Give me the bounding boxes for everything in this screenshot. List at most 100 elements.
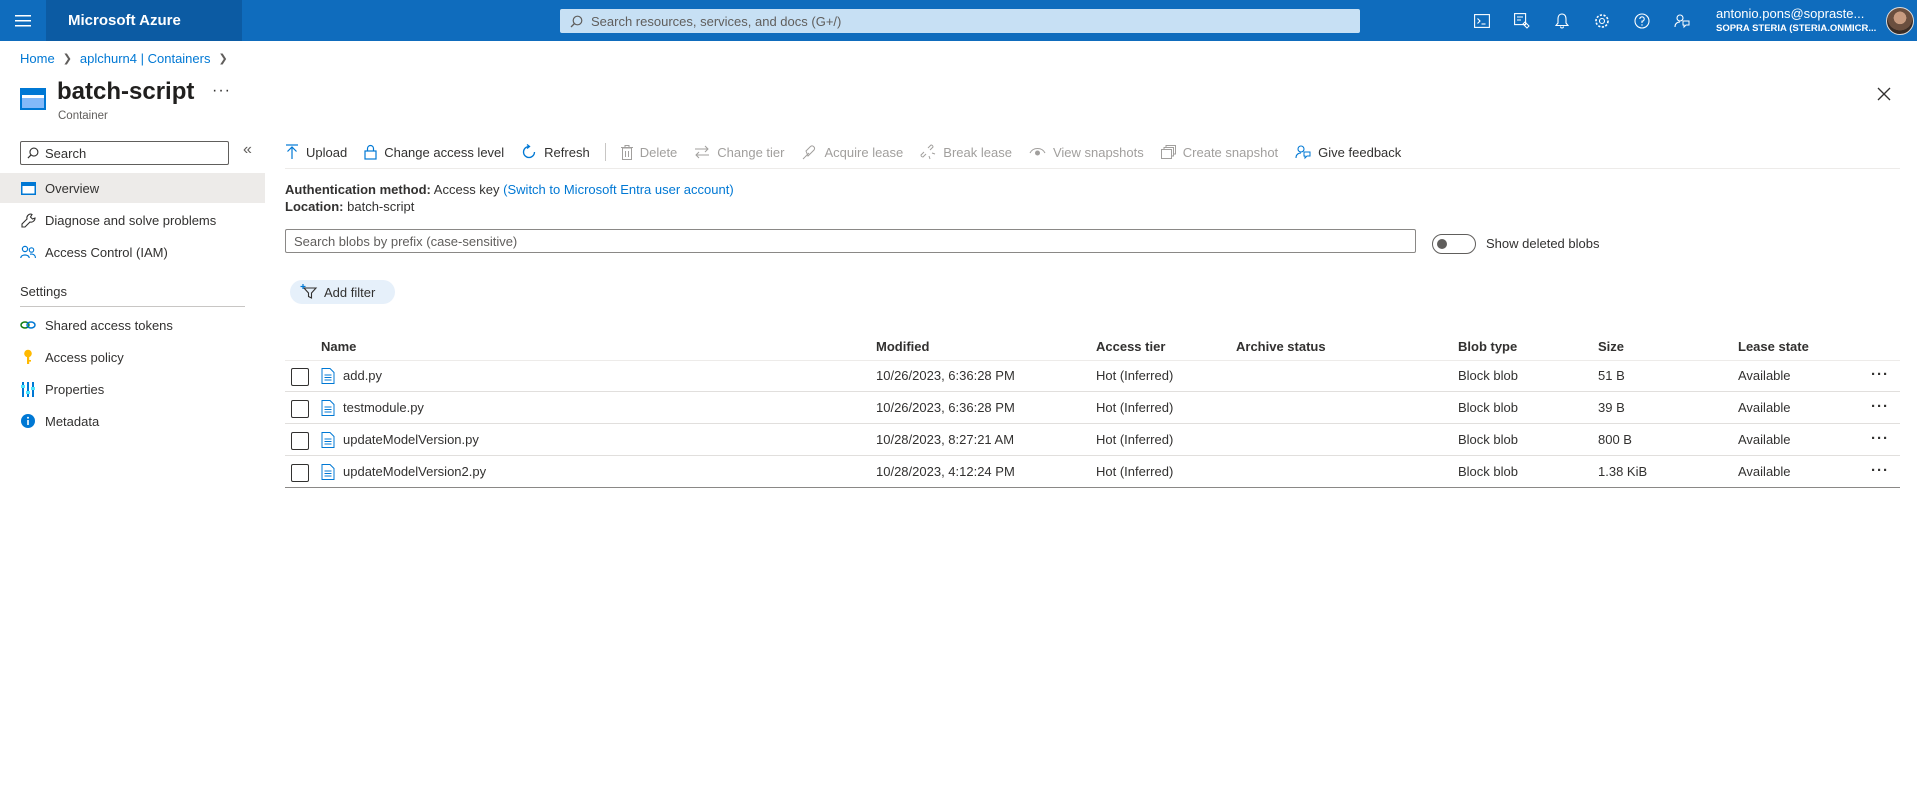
- account-tenant: SOPRA STERIA (STERIA.ONMICR...: [1716, 23, 1877, 34]
- page-title: batch-script: [57, 78, 195, 105]
- authentication-method: Authentication method: Access key (Switc…: [285, 182, 734, 197]
- brand-logo[interactable]: Microsoft Azure: [46, 0, 242, 41]
- break-lease-button[interactable]: Break lease: [920, 144, 1012, 160]
- blob-name-link[interactable]: testmodule.py: [343, 400, 424, 415]
- cell-blob-type: Block blob: [1458, 464, 1518, 479]
- refresh-icon: [521, 144, 537, 160]
- feedback-button[interactable]: [1662, 0, 1702, 41]
- blob-name-link[interactable]: add.py: [343, 368, 382, 383]
- nav-divider: [20, 306, 245, 307]
- sidebar-item-access-policy[interactable]: Access policy: [0, 342, 265, 372]
- blob-prefix-search-input[interactable]: Search blobs by prefix (case-sensitive): [285, 229, 1416, 253]
- sidebar-item-diagnose[interactable]: Diagnose and solve problems: [0, 205, 265, 235]
- table-row[interactable]: updateModelVersion.py 10/28/2023, 8:27:2…: [285, 424, 1900, 456]
- column-header-access-tier[interactable]: Access tier: [1096, 333, 1165, 360]
- row-checkbox[interactable]: [291, 432, 309, 450]
- blob-search-placeholder: Search blobs by prefix (case-sensitive): [294, 233, 518, 249]
- cloud-shell-icon: [1474, 13, 1490, 28]
- sidebar-item-overview[interactable]: Overview: [0, 173, 265, 203]
- row-more-button[interactable]: ···: [1871, 366, 1889, 383]
- acquire-lease-button[interactable]: Acquire lease: [802, 144, 903, 160]
- show-deleted-blobs-label: Show deleted blobs: [1486, 236, 1600, 251]
- column-header-blob-type[interactable]: Blob type: [1458, 333, 1517, 360]
- sidebar-item-label: Overview: [45, 180, 100, 196]
- breadcrumb-home[interactable]: Home: [20, 51, 55, 66]
- column-header-modified[interactable]: Modified: [876, 333, 929, 360]
- wrench-icon: [20, 212, 36, 228]
- cell-blob-type: Block blob: [1458, 368, 1518, 383]
- table-row[interactable]: updateModelVersion2.py 10/28/2023, 4:12:…: [285, 456, 1900, 488]
- sidebar-item-label: Properties: [45, 381, 105, 397]
- upload-button[interactable]: Upload: [285, 144, 347, 160]
- feedback-icon: [1674, 13, 1690, 28]
- directory-subscription-button[interactable]: [1502, 0, 1542, 41]
- cell-blob-type: Block blob: [1458, 400, 1518, 415]
- row-more-button[interactable]: ···: [1871, 398, 1889, 415]
- column-header-size[interactable]: Size: [1598, 333, 1624, 360]
- row-checkbox[interactable]: [291, 464, 309, 482]
- cell-blob-type: Block blob: [1458, 432, 1518, 447]
- lock-icon: [364, 144, 377, 160]
- avatar[interactable]: [1886, 7, 1914, 35]
- cell-modified: 10/28/2023, 8:27:21 AM: [876, 432, 1015, 447]
- create-snapshot-button[interactable]: Create snapshot: [1160, 144, 1279, 160]
- global-search-input[interactable]: Search resources, services, and docs (G+…: [560, 9, 1360, 33]
- table-row[interactable]: add.py 10/26/2023, 6:36:28 PM Hot (Infer…: [285, 360, 1900, 392]
- search-icon: [570, 15, 583, 27]
- column-header-archive-status[interactable]: Archive status: [1236, 333, 1326, 360]
- create-snapshot-label: Create snapshot: [1182, 144, 1279, 160]
- breadcrumb-containers[interactable]: aplchurn4 | Containers: [80, 51, 211, 66]
- cell-modified: 10/26/2023, 6:36:28 PM: [876, 368, 1015, 383]
- sidebar-item-properties[interactable]: Properties: [0, 374, 265, 404]
- snapshot-icon: [1160, 145, 1176, 159]
- row-checkbox[interactable]: [291, 400, 309, 418]
- table-row[interactable]: testmodule.py 10/26/2023, 6:36:28 PM Hot…: [285, 392, 1900, 424]
- change-access-level-button[interactable]: Change access level: [364, 144, 504, 160]
- hamburger-icon: [15, 14, 31, 26]
- cell-size: 1.38 KiB: [1598, 464, 1648, 479]
- blob-name-link[interactable]: updateModelVersion.py: [343, 432, 479, 447]
- break-lease-label: Break lease: [943, 144, 1012, 160]
- notifications-button[interactable]: [1542, 0, 1582, 41]
- cell-lease-state: Available: [1738, 400, 1791, 415]
- account-menu[interactable]: antonio.pons@sopraste... SOPRA STERIA (S…: [1716, 6, 1881, 36]
- blob-name-link[interactable]: updateModelVersion2.py: [343, 464, 486, 479]
- settings-button[interactable]: [1582, 0, 1622, 41]
- switch-auth-link[interactable]: (Switch to Microsoft Entra user account): [503, 182, 733, 197]
- overview-icon: [20, 180, 36, 196]
- view-snapshots-button[interactable]: View snapshots: [1029, 145, 1144, 160]
- collapse-nav-icon[interactable]: «: [243, 141, 252, 159]
- column-header-lease-state[interactable]: Lease state: [1738, 333, 1809, 360]
- sidebar-item-metadata[interactable]: Metadata: [0, 406, 265, 436]
- help-button[interactable]: [1622, 0, 1662, 41]
- sidebar-item-shared-access-tokens[interactable]: Shared access tokens: [0, 310, 265, 340]
- give-feedback-button[interactable]: Give feedback: [1295, 144, 1401, 160]
- sidebar-item-label: Diagnose and solve problems: [45, 212, 217, 228]
- cell-modified: 10/26/2023, 6:36:28 PM: [876, 400, 1015, 415]
- sidebar-item-iam[interactable]: Access Control (IAM): [0, 237, 265, 267]
- change-tier-button[interactable]: Change tier: [694, 145, 785, 160]
- key-icon: [20, 349, 36, 365]
- portal-menu-button[interactable]: [0, 0, 46, 41]
- row-more-button[interactable]: ···: [1871, 462, 1889, 479]
- cloud-shell-button[interactable]: [1462, 0, 1502, 41]
- close-icon[interactable]: [1874, 84, 1894, 104]
- nav-search-input[interactable]: Search: [20, 141, 229, 165]
- row-checkbox[interactable]: [291, 368, 309, 386]
- cell-access-tier: Hot (Inferred): [1096, 464, 1174, 479]
- global-search-placeholder: Search resources, services, and docs (G+…: [591, 13, 842, 29]
- cell-size: 800 B: [1598, 432, 1632, 447]
- more-options-button[interactable]: ···: [212, 82, 231, 100]
- delete-button[interactable]: Delete: [620, 144, 678, 160]
- change-access-label: Change access level: [384, 144, 505, 160]
- trash-icon: [620, 144, 633, 160]
- row-more-button[interactable]: ···: [1871, 430, 1889, 447]
- show-deleted-blobs-toggle[interactable]: [1432, 234, 1476, 254]
- file-icon: [321, 432, 335, 448]
- delete-label: Delete: [639, 144, 678, 160]
- column-header-name[interactable]: Name: [321, 333, 356, 360]
- add-filter-button[interactable]: Add filter: [290, 280, 395, 304]
- filter-add-icon: [300, 284, 318, 300]
- refresh-button[interactable]: Refresh: [521, 144, 590, 160]
- settings-icon: [1595, 13, 1609, 28]
